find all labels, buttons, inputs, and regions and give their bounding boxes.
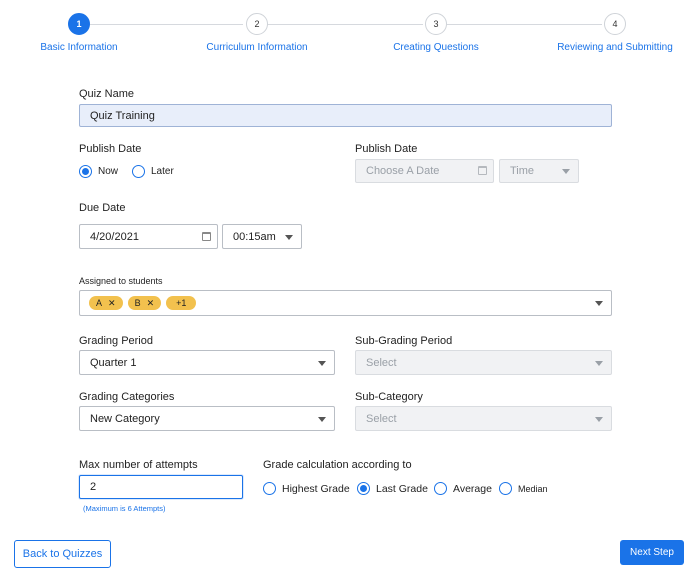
stepper: 1 Basic Information 2 Curriculum Informa… [0, 0, 692, 60]
radio-label: Average [453, 482, 492, 495]
due-date-value: 4/20/2021 [90, 230, 139, 243]
sub-category-select[interactable]: Select [355, 406, 612, 431]
chevron-down-icon [285, 234, 293, 240]
due-date-label: Due Date [79, 202, 126, 214]
due-time-select[interactable]: 00:15am [222, 224, 302, 249]
max-attempts-hint: (Maximum is 6 Attempts) [83, 504, 166, 513]
grade-calc-average-radio[interactable]: Average [434, 482, 492, 495]
publish-date-placeholder: Choose A Date [366, 165, 440, 177]
max-attempts-label: Max number of attempts [79, 459, 198, 471]
sub-category-placeholder: Select [366, 412, 397, 425]
radio-label: Later [151, 166, 174, 177]
radio-label: Last Grade [376, 482, 428, 495]
radio-label: Highest Grade [282, 482, 350, 495]
sub-grading-period-label: Sub-Grading Period [355, 335, 453, 347]
close-icon[interactable]: ✕ [147, 298, 155, 309]
chip-label: B [134, 298, 141, 308]
student-chip: B ✕ [127, 296, 162, 310]
step-number: 3 [425, 13, 447, 35]
step-label: Basic Information [40, 42, 118, 53]
back-to-quizzes-button[interactable]: Back to Quizzes [14, 540, 111, 568]
step-connector [267, 24, 423, 25]
radio-selected-icon [357, 482, 370, 495]
grade-calc-highest-radio[interactable]: Highest Grade [263, 482, 350, 495]
step-connector [90, 24, 243, 25]
grade-calc-last-radio[interactable]: Last Grade [357, 482, 428, 495]
chevron-down-icon [595, 301, 603, 306]
grading-period-value: Quarter 1 [90, 356, 137, 369]
step-label: Curriculum Information [206, 42, 308, 53]
step-number: 2 [246, 13, 268, 35]
radio-unselected-icon [434, 482, 447, 495]
publish-time-select[interactable]: Time [499, 159, 579, 183]
max-attempts-value: 2 [90, 481, 97, 493]
radio-unselected-icon [499, 482, 512, 495]
step-label: Reviewing and Submitting [557, 42, 673, 53]
grading-categories-value: New Category [90, 412, 160, 425]
step-number: 1 [68, 13, 90, 35]
sub-grading-period-select[interactable]: Select [355, 350, 612, 375]
publish-now-radio[interactable]: Now [79, 165, 118, 178]
chip-label: +1 [176, 298, 187, 308]
max-attempts-input[interactable]: 2 [79, 475, 243, 499]
radio-unselected-icon [132, 165, 145, 178]
chevron-down-icon [595, 360, 603, 366]
sub-grading-period-placeholder: Select [366, 356, 397, 369]
quiz-name-label: Quiz Name [79, 88, 135, 100]
radio-unselected-icon [263, 482, 276, 495]
step-connector [447, 24, 602, 25]
due-date-input[interactable]: 4/20/2021 [79, 224, 218, 249]
calendar-icon[interactable] [202, 231, 211, 241]
chip-label: A [96, 298, 103, 308]
chevron-down-icon [595, 416, 603, 422]
radio-label: Median [518, 483, 548, 494]
student-chip: A ✕ [89, 296, 123, 310]
chevron-down-icon [318, 416, 326, 422]
radio-label: Now [98, 166, 119, 177]
chevron-down-icon [318, 360, 326, 366]
grading-categories-select[interactable]: New Category [79, 406, 335, 431]
grading-period-select[interactable]: Quarter 1 [79, 350, 335, 375]
radio-selected-icon [79, 165, 92, 178]
calendar-icon[interactable] [478, 166, 487, 175]
grading-period-label: Grading Period [79, 335, 153, 347]
assigned-students-label: Assigned to students [79, 276, 163, 286]
quiz-name-input[interactable]: Quiz Training [79, 104, 612, 127]
close-icon[interactable]: ✕ [108, 298, 116, 309]
step-label: Creating Questions [393, 42, 479, 53]
publish-date-label: Publish Date [355, 143, 418, 155]
step-number: 4 [604, 13, 626, 35]
publish-date-mode-label: Publish Date [79, 143, 142, 155]
grade-calc-median-radio[interactable]: Median [499, 482, 548, 495]
next-step-button[interactable]: Next Step [620, 540, 684, 565]
publish-later-radio[interactable]: Later [132, 165, 174, 178]
sub-category-label: Sub-Category [355, 391, 423, 403]
more-students-chip[interactable]: +1 [166, 296, 197, 310]
chevron-down-icon [562, 169, 570, 174]
grade-calc-label: Grade calculation according to [263, 459, 412, 471]
quiz-name-value: Quiz Training [90, 109, 155, 122]
assigned-students-select[interactable]: A ✕ B ✕ +1 [79, 290, 612, 316]
grading-categories-label: Grading Categories [79, 391, 175, 403]
publish-date-input[interactable]: Choose A Date [355, 159, 494, 183]
